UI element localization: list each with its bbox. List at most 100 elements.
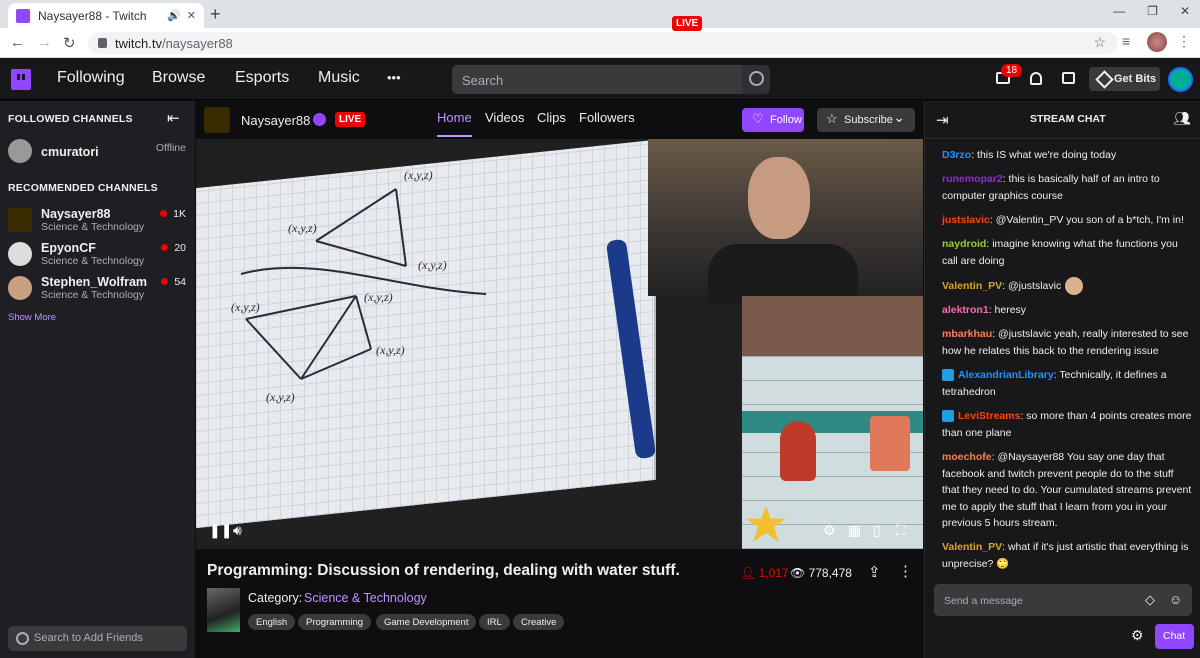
tag-game-development[interactable]: Game Development [376, 614, 477, 630]
menu-kebab-icon[interactable]: ⋮ [1177, 33, 1191, 50]
chat-users-icon[interactable]: 👥︎ [1173, 110, 1191, 127]
followed-channel-item[interactable]: cmuratori Offline [8, 136, 190, 166]
show-more-link[interactable]: Show More [8, 312, 56, 323]
channel-category: Science & Technology [41, 255, 145, 267]
sketch-label: (x,y,z) [418, 258, 447, 272]
chat-message: alektron1: heresy [942, 304, 1027, 316]
pause-icon[interactable]: ❚❚ [209, 522, 232, 539]
url-path: /naysayer88 [161, 35, 233, 51]
speaker-icon[interactable]: 🔊 [167, 9, 181, 22]
close-window-icon[interactable]: ✕ [1180, 4, 1190, 18]
more-options-icon[interactable]: ⋮ [898, 562, 913, 580]
chat-settings-gear-icon[interactable]: ⚙ [1131, 627, 1144, 644]
back-icon[interactable]: ← [10, 34, 25, 51]
channel-name: Stephen_Wolfram [41, 275, 148, 289]
chat-username: moechofe [942, 451, 992, 463]
verified-icon [313, 113, 326, 126]
chat-username: LeviStreams [958, 410, 1021, 422]
twitch-logo-icon[interactable] [11, 69, 31, 90]
fullscreen-icon[interactable]: ⛶ [896, 522, 906, 539]
sidebar: FOLLOWED CHANNELS ⇤ cmuratori Offline RE… [0, 101, 195, 658]
tab-home[interactable]: Home [437, 110, 472, 137]
whispers-icon[interactable] [1062, 72, 1075, 84]
share-icon[interactable]: ⇪ [868, 563, 881, 581]
tag-english[interactable]: English [248, 614, 296, 630]
chat-username: Valentin_PV [942, 279, 1003, 292]
emote-picker-icon[interactable]: ☺ [1169, 592, 1182, 607]
channel-category: Science & Technology [41, 289, 145, 301]
tag-programming[interactable]: Programming [298, 614, 372, 630]
chat-text: @Valentin_PV you son of a b*tch, I'm in! [995, 214, 1184, 226]
collapse-chat-icon[interactable]: ⇥ [936, 111, 949, 129]
forward-icon[interactable]: → [37, 34, 52, 51]
sketch-label: (x,y,z) [288, 221, 317, 235]
channel-avatar [8, 242, 32, 266]
live-dot-icon [161, 244, 169, 251]
category-boxart[interactable] [207, 588, 240, 632]
bookmark-star-icon[interactable]: ☆ [1093, 34, 1106, 51]
follow-button[interactable]: Follow [742, 108, 804, 132]
tag-creative[interactable]: Creative [513, 614, 565, 630]
nav-music[interactable]: Music [318, 69, 360, 87]
game-character [780, 421, 816, 481]
stream-title: Programming: Discussion of rendering, de… [207, 562, 680, 579]
chat-text: heresy [994, 304, 1027, 316]
channel-avatar[interactable] [204, 107, 230, 133]
friend-search-input[interactable]: Search to Add Friends [8, 626, 187, 651]
search-icon[interactable] [742, 65, 770, 94]
clip-icon[interactable]: ▦ [848, 522, 861, 539]
url-input[interactable]: twitch.tv/naysayer88 ☆ [88, 32, 1118, 54]
search-input[interactable]: Search [452, 65, 742, 94]
chat-username: AlexandrianLibrary [958, 369, 1054, 381]
media-icon[interactable]: ≡ [1122, 33, 1130, 49]
settings-gear-icon[interactable]: ⚙ [823, 522, 836, 539]
chat-header: ⇥ STREAM CHAT 👥︎ [925, 101, 1200, 139]
chat-username: justslavic [942, 214, 990, 226]
subscribe-button[interactable]: Subscribe [817, 108, 915, 132]
notifications-bell-icon[interactable] [1030, 72, 1042, 85]
chat-message: AlexandrianLibrary: Technically, it defi… [942, 369, 1167, 398]
category-link[interactable]: Science & Technology [304, 591, 427, 605]
channel-avatar [8, 208, 32, 232]
chat-title: STREAM CHAT [1030, 113, 1106, 125]
recommended-channel-item[interactable]: Naysayer88 Science & Technology 1K [8, 205, 190, 235]
reload-icon[interactable]: ↻ [63, 34, 76, 52]
tab-videos[interactable]: Videos [485, 110, 525, 125]
chat-message: runemopar2: this is basically half of an… [942, 173, 1160, 202]
close-tab-icon[interactable]: ✕ [187, 9, 196, 22]
tag-irl[interactable]: IRL [479, 614, 510, 630]
get-bits-button[interactable]: Get Bits [1089, 67, 1160, 91]
video-player[interactable]: (x,y,z) (x,y,z) (x,y,z) (x,y,z) (x,y,z) … [196, 139, 923, 549]
webcam-overlay [648, 139, 923, 304]
maximize-icon[interactable]: ❐ [1147, 4, 1158, 18]
sketch-label: (x,y,z) [266, 390, 295, 404]
nav-more-icon[interactable]: ••• [387, 70, 401, 85]
nav-esports[interactable]: Esports [235, 69, 289, 87]
chat-message: Valentin_PV: @justslavic [942, 277, 1192, 295]
theatre-mode-icon[interactable]: ▯ [873, 522, 881, 539]
chat-send-button[interactable]: Chat [1155, 624, 1194, 649]
twitch-favicon-icon [16, 8, 30, 23]
user-avatar[interactable] [1168, 67, 1193, 92]
streamer-body [708, 244, 858, 304]
tab-clips[interactable]: Clips [537, 110, 566, 125]
tab-title: Naysayer88 - Twitch [38, 8, 147, 23]
lock-icon [98, 38, 107, 48]
recommended-channels-header: RECOMMENDED CHANNELS [8, 182, 158, 194]
address-bar: ← → ↻ twitch.tv/naysayer88 ☆ ≡ ⋮ [0, 28, 1200, 58]
minimize-icon[interactable]: — [1113, 4, 1125, 18]
sketch-label: (x,y,z) [376, 343, 405, 357]
recommended-channel-item[interactable]: EpyonCF Science & Technology 20 [8, 239, 190, 269]
collapse-sidebar-icon[interactable]: ⇤ [167, 109, 180, 127]
browser-profile-avatar[interactable] [1147, 32, 1167, 52]
channel-name[interactable]: Naysayer88 [241, 113, 310, 128]
nav-browse[interactable]: Browse [152, 69, 205, 87]
volume-icon[interactable]: 🔊︎ [233, 522, 242, 539]
tab-followers[interactable]: Followers [579, 110, 635, 125]
nav-following[interactable]: Following [57, 69, 125, 87]
browser-tab[interactable]: Naysayer88 - Twitch 🔊 ✕ [8, 3, 204, 28]
bits-icon[interactable]: ◇ [1145, 592, 1155, 608]
new-tab-button[interactable]: + [210, 4, 221, 25]
recommended-channel-item[interactable]: Stephen_Wolfram Science & Technology 54 [8, 273, 190, 303]
chat-username: Valentin_PV [942, 541, 1003, 553]
